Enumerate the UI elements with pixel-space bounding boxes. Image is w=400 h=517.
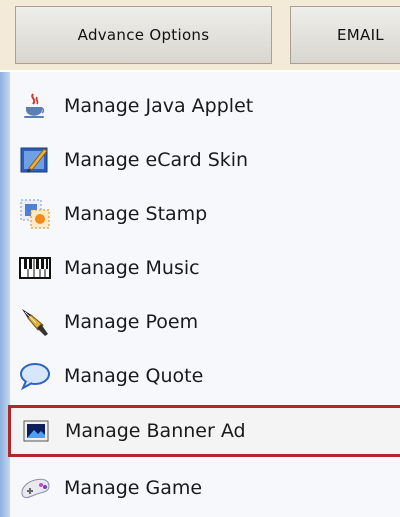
menu-item-stamp[interactable]: Manage Stamp [12, 190, 400, 238]
banner-image-icon [19, 414, 53, 448]
stamp-icon [18, 197, 52, 231]
menu-item-label: Manage Music [64, 257, 200, 279]
tab-email[interactable]: EMAIL [290, 6, 400, 64]
tab-label: Advance Options [77, 26, 210, 44]
gamepad-icon [18, 471, 52, 505]
menu-item-label: Manage Quote [64, 365, 204, 387]
menu-item-quote[interactable]: Manage Quote [12, 352, 400, 400]
menu-item-java-applet[interactable]: Manage Java Applet [12, 82, 400, 130]
speech-bubble-icon [18, 359, 52, 393]
piano-keys-icon [18, 251, 52, 285]
tab-bar: Advance Options EMAIL [0, 0, 400, 70]
menu-item-label: Manage Poem [64, 311, 199, 333]
menu-item-game[interactable]: Manage Game [12, 464, 400, 512]
menu-item-label: Manage eCard Skin [64, 149, 249, 171]
menu-item-label: Manage Java Applet [64, 95, 254, 117]
menu-item-music[interactable]: Manage Music [12, 244, 400, 292]
java-cup-icon [18, 89, 52, 123]
tab-label: EMAIL [337, 26, 384, 44]
menu-item-label: Manage Game [64, 477, 203, 499]
skin-brush-icon [18, 143, 52, 177]
tab-advance-options[interactable]: Advance Options [15, 6, 272, 64]
menu-item-label: Manage Stamp [64, 203, 208, 225]
menu-item-ecard-skin[interactable]: Manage eCard Skin [12, 136, 400, 184]
fountain-pen-icon [18, 305, 52, 339]
manage-menu: Manage Java Applet Manage eCard Skin Man… [0, 72, 400, 517]
menu-item-label: Manage Banner Ad [65, 420, 246, 442]
menu-item-banner-ad[interactable]: Manage Banner Ad [8, 405, 400, 457]
menu-item-poem[interactable]: Manage Poem [12, 298, 400, 346]
